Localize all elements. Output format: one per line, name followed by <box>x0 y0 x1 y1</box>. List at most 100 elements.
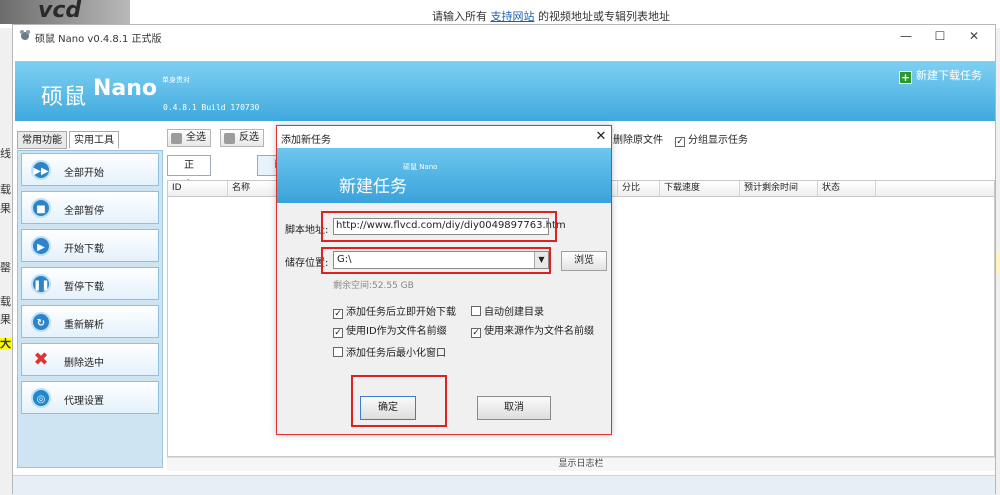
path-label: 储存位置: <box>285 258 329 269</box>
delete-x-icon: ✖ <box>33 349 49 370</box>
reparse-button[interactable]: ↻ 重新解析 <box>21 305 159 338</box>
logo-chinese: 硕鼠 <box>41 85 88 110</box>
select-all-label: 全选 <box>186 132 206 143</box>
app-header-banner: 硕鼠 Nano 单身贵对 0.4.8.1 Build 170730 + 新建下载任… <box>15 61 995 121</box>
heading-suffix: 的视频地址或专辑列表地址 <box>538 10 670 23</box>
checkbox-checked: ✓ <box>333 309 343 319</box>
close-button[interactable]: ✕ <box>959 27 989 45</box>
button-label: 全部开始 <box>64 168 104 179</box>
dialog-title: 添加新任务 <box>281 135 331 146</box>
invert-selection-button[interactable]: 反选 <box>220 129 264 147</box>
background-logo: vcd <box>0 0 130 24</box>
dialog-banner-sub: 硕鼠 Nano <box>403 163 438 171</box>
dialog-banner: 硕鼠 Nano 新建任务 <box>277 148 611 203</box>
option-auto-create-dir[interactable]: 自动创建目录 <box>471 303 544 318</box>
option-label: 添加任务后最小化窗口 <box>346 348 446 359</box>
maximize-button[interactable]: ☐ <box>925 27 955 45</box>
new-download-task-button[interactable]: + 新建下载任务 <box>899 67 982 84</box>
tab-common-functions[interactable]: 常用功能 <box>17 131 67 149</box>
fast-forward-icon: ▶▶ <box>31 160 51 180</box>
col-eta[interactable]: 预计剩余时间 <box>740 181 818 197</box>
pause-all-button[interactable]: ■ 全部暂停 <box>21 191 159 224</box>
start-download-button[interactable]: ▶ 开始下载 <box>21 229 159 262</box>
button-label: 代理设置 <box>64 396 104 407</box>
add-task-dialog: 添加新任务 ✕ 硕鼠 Nano 新建任务 脚本地址: http://www.fl… <box>276 125 612 435</box>
col-id[interactable]: ID <box>168 181 228 197</box>
button-label: 开始下载 <box>64 244 104 255</box>
option-start-immediately[interactable]: ✓ 添加任务后立即开始下载 <box>333 303 456 319</box>
gear-icon <box>171 133 182 144</box>
background-fragment: 罄 <box>0 262 11 274</box>
plus-icon: + <box>899 71 912 84</box>
background-fragment: 载 <box>0 184 11 196</box>
background-fragment: 载 <box>0 296 11 308</box>
minimize-button[interactable]: — <box>891 27 921 45</box>
delete-selected-button[interactable]: ✖ 删除选中 <box>21 343 159 376</box>
background-fragment: 果 <box>0 203 11 215</box>
col-speed[interactable]: 下载速度 <box>660 181 740 197</box>
option-label: 使用ID作为文件名前缀 <box>346 326 447 337</box>
proxy-settings-button[interactable]: ◎ 代理设置 <box>21 381 159 414</box>
checkbox-checked: ✓ <box>675 137 685 147</box>
gear-icon <box>224 133 235 144</box>
option-source-prefix[interactable]: ✓ 使用来源作为文件名前缀 <box>471 322 594 338</box>
play-icon: ▶ <box>31 236 51 256</box>
option-minimize-window[interactable]: 添加任务后最小化窗口 <box>333 344 446 359</box>
version-label: 0.4.8.1 Build 170730 <box>163 103 260 112</box>
ok-button[interactable]: 确定 <box>360 396 416 420</box>
background-heading: 请输入所有 支持网站 的视频地址或专辑列表地址 <box>432 8 670 24</box>
col-status[interactable]: 状态 <box>818 181 876 197</box>
logo-subtitle: 单身贵对 <box>162 76 190 84</box>
refresh-icon: ↻ <box>31 312 51 332</box>
option-label: 自动创建目录 <box>484 307 544 318</box>
heading-prefix: 请输入所有 <box>432 10 487 23</box>
title-bar[interactable]: 硕鼠 Nano v0.4.8.1 正式版 — ☐ ✕ <box>13 25 995 47</box>
script-url-input[interactable]: http://www.flvcd.com/diy/diy0049897763.h… <box>333 218 566 235</box>
button-label: 删除选中 <box>64 358 104 369</box>
browse-button[interactable]: 浏览 <box>561 251 607 271</box>
left-tabs: 常用功能 实用工具 <box>17 131 121 149</box>
option-label: 使用来源作为文件名前缀 <box>484 326 594 337</box>
button-label: 暂停下载 <box>64 282 104 293</box>
show-log-bar[interactable]: 显示日志栏 <box>167 457 995 471</box>
pause-download-button[interactable]: ❚❚ 暂停下载 <box>21 267 159 300</box>
group-display-checkbox[interactable]: ✓ 分组显示任务 <box>675 131 748 147</box>
tab-downloading[interactable]: 正在下载 <box>167 155 211 231</box>
invert-label: 反选 <box>239 132 259 143</box>
background-fragment: 果 <box>0 314 11 326</box>
left-action-panel: ▶▶ 全部开始 ■ 全部暂停 ▶ 开始下载 ❚❚ 暂停下载 ↻ 重新解析 ✖ 删… <box>17 150 163 468</box>
save-path-select[interactable]: G:\ ▼ <box>333 251 549 269</box>
bottom-bar <box>13 475 995 495</box>
logo-english: Nano <box>93 76 158 101</box>
group-display-label: 分组显示任务 <box>688 135 748 146</box>
dialog-close-icon[interactable]: ✕ <box>593 128 609 146</box>
save-path-value: G:\ <box>337 254 352 265</box>
free-space-label: 剩余空间:52.55 GB <box>333 281 414 291</box>
checkbox-checked: ✓ <box>333 328 343 338</box>
option-id-prefix[interactable]: ✓ 使用ID作为文件名前缀 <box>333 322 447 338</box>
stop-icon: ■ <box>31 198 51 218</box>
window-title: 硕鼠 Nano v0.4.8.1 正式版 <box>35 34 162 45</box>
dialog-title-bar[interactable]: 添加新任务 ✕ <box>277 126 611 148</box>
checkbox-unchecked <box>471 306 481 316</box>
cancel-button[interactable]: 取消 <box>477 396 551 420</box>
app-mouse-icon <box>20 30 30 40</box>
background-fragment: 大 <box>0 338 12 350</box>
start-all-button[interactable]: ▶▶ 全部开始 <box>21 153 159 186</box>
dialog-banner-title: 新建任务 <box>339 177 407 197</box>
new-task-label: 新建下载任务 <box>916 69 982 82</box>
option-label: 添加任务后立即开始下载 <box>346 307 456 318</box>
checkbox-unchecked <box>333 347 343 357</box>
chevron-down-icon[interactable]: ▼ <box>534 252 548 268</box>
url-label: 脚本地址: <box>285 225 329 236</box>
tab-utility-tools[interactable]: 实用工具 <box>69 131 119 149</box>
delete-source-option[interactable]: 删除原文件 <box>613 131 663 146</box>
button-label: 重新解析 <box>64 320 104 331</box>
pause-icon: ❚❚ <box>31 274 51 294</box>
background-fragment: 线 <box>0 148 11 160</box>
col-percent[interactable]: 分比 <box>618 181 660 197</box>
supported-sites-link[interactable]: 支持网站 <box>491 10 535 23</box>
delete-source-label: 删除原文件 <box>613 135 663 146</box>
button-label: 全部暂停 <box>64 206 104 217</box>
select-all-button[interactable]: 全选 <box>167 129 211 147</box>
